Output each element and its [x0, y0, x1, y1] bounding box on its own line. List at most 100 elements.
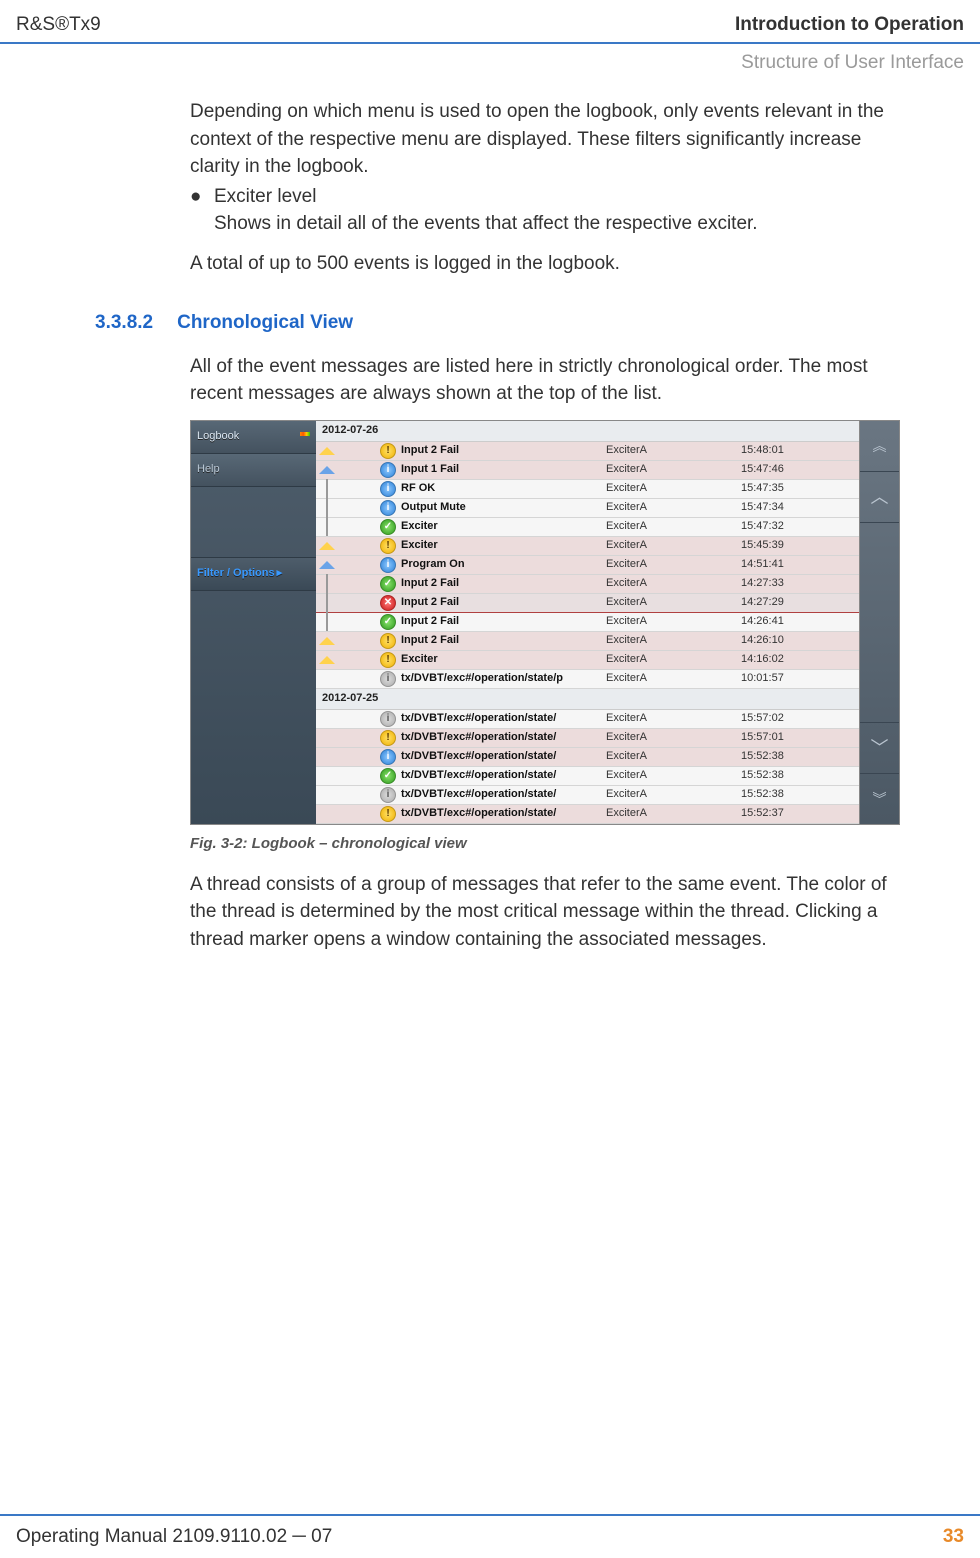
thread-marker-icon[interactable]: [316, 479, 338, 498]
event-message: tx/DVBT/exc#/operation/state/: [401, 785, 606, 804]
event-time: 15:47:46: [741, 460, 811, 479]
scroll-down-button[interactable]: ﹀: [860, 723, 899, 774]
page-footer: Operating Manual 2109.9110.02 ─ 07 33: [0, 1514, 980, 1558]
info-icon: i: [380, 500, 396, 516]
sidebar-item-logbook[interactable]: Logbook: [191, 421, 316, 454]
event-source: ExciterA: [606, 498, 741, 517]
event-time: 14:26:10: [741, 631, 811, 650]
event-source: ExciterA: [606, 804, 741, 823]
ok-icon: ✓: [380, 614, 396, 630]
grey-icon: i: [380, 671, 396, 687]
warn-icon: !: [380, 806, 396, 822]
info-icon: i: [380, 557, 396, 573]
scroll-column: ︽ ︿ ﹀ ︾: [859, 421, 899, 824]
event-time: 15:47:32: [741, 517, 811, 536]
event-time: 15:52:37: [741, 823, 811, 824]
event-message: Output Mute: [401, 498, 606, 517]
thread-marker-icon[interactable]: [316, 460, 338, 479]
event-row[interactable]: !Input 2 FailExciterA14:26:10: [316, 632, 859, 651]
intro-paragraph: Depending on which menu is used to open …: [190, 98, 890, 181]
event-source: ExciterA: [606, 517, 741, 536]
thread-marker-icon[interactable]: [316, 631, 338, 650]
event-source: ExciterA: [606, 479, 741, 498]
event-message: tx/DVBT/exc#/coder/control/st: [401, 823, 606, 824]
event-row[interactable]: itx/DVBT/exc#/operation/state/pExciterA1…: [316, 670, 859, 689]
thread-paragraph: A thread consists of a group of messages…: [190, 871, 890, 954]
event-row[interactable]: !tx/DVBT/exc#/operation/state/ExciterA15…: [316, 729, 859, 748]
scroll-bottom-button[interactable]: ︾: [860, 774, 899, 824]
ok-icon: ✓: [380, 576, 396, 592]
header-right: Introduction to Operation: [735, 14, 964, 36]
event-message: Program On: [401, 555, 606, 574]
event-source: ExciterA: [606, 823, 741, 824]
sub-header: Structure of User Interface: [0, 44, 980, 98]
event-time: 15:57:02: [741, 709, 811, 728]
event-source: ExciterA: [606, 593, 741, 612]
event-row[interactable]: itx/DVBT/exc#/operation/state/ExciterA15…: [316, 786, 859, 805]
event-source: ExciterA: [606, 612, 741, 631]
thread-marker-icon[interactable]: [316, 612, 338, 631]
event-time: 14:27:29: [741, 593, 811, 612]
scroll-top-button[interactable]: ︽: [860, 421, 899, 472]
thread-marker-icon[interactable]: [316, 574, 338, 593]
scroll-track[interactable]: [860, 523, 899, 724]
thread-marker-icon[interactable]: [316, 669, 338, 688]
event-row[interactable]: !ExciterExciterA15:45:39: [316, 537, 859, 556]
event-time: 10:01:57: [741, 669, 811, 688]
event-row[interactable]: !Input 2 FailExciterA15:48:01: [316, 442, 859, 461]
event-row[interactable]: !tx/DVBT/exc#/operation/state/ExciterA15…: [316, 805, 859, 824]
section-heading: 3.3.8.2 Chronological View: [95, 309, 890, 337]
event-row[interactable]: !ExciterExciterA14:16:02: [316, 651, 859, 670]
thread-marker-icon[interactable]: [316, 785, 338, 804]
event-source: ExciterA: [606, 536, 741, 555]
event-message: tx/DVBT/exc#/operation/state/: [401, 747, 606, 766]
event-source: ExciterA: [606, 669, 741, 688]
thread-marker-icon[interactable]: [316, 593, 338, 612]
event-row[interactable]: itx/DVBT/exc#/operation/state/ExciterA15…: [316, 710, 859, 729]
warn-icon: !: [380, 538, 396, 554]
event-source: ExciterA: [606, 766, 741, 785]
event-source: ExciterA: [606, 631, 741, 650]
event-message: Exciter: [401, 650, 606, 669]
chrono-paragraph: All of the event messages are listed her…: [190, 353, 890, 408]
thread-marker-icon[interactable]: [316, 709, 338, 728]
event-message: RF OK: [401, 479, 606, 498]
thread-marker-icon[interactable]: [316, 766, 338, 785]
thread-marker-icon[interactable]: [316, 536, 338, 555]
figure-wrap: Logbook Help Filter / Options▸ 2012-07-2…: [190, 420, 890, 855]
event-row[interactable]: itx/DVBT/exc#/operation/state/ExciterA15…: [316, 748, 859, 767]
date-header-1: 2012-07-25: [316, 689, 859, 710]
sidebar-item-help[interactable]: Help: [191, 454, 316, 487]
event-source: ExciterA: [606, 555, 741, 574]
thread-marker-icon[interactable]: [316, 650, 338, 669]
event-row[interactable]: ✓ExciterExciterA15:47:32: [316, 518, 859, 537]
event-row[interactable]: ✕Input 2 FailExciterA14:27:29: [316, 594, 859, 613]
thread-marker-icon[interactable]: [316, 555, 338, 574]
ok-icon: ✓: [380, 519, 396, 535]
event-row[interactable]: ✓Input 2 FailExciterA14:27:33: [316, 575, 859, 594]
event-row[interactable]: iOutput MuteExciterA15:47:34: [316, 499, 859, 518]
event-time: 14:26:41: [741, 612, 811, 631]
event-row[interactable]: ✓Input 2 FailExciterA14:26:41: [316, 613, 859, 632]
thread-marker-icon[interactable]: [316, 498, 338, 517]
event-time: 15:57:01: [741, 728, 811, 747]
info-icon: i: [380, 481, 396, 497]
event-message: tx/DVBT/exc#/operation/state/: [401, 728, 606, 747]
event-row[interactable]: iProgram OnExciterA14:51:41: [316, 556, 859, 575]
event-source: ExciterA: [606, 709, 741, 728]
event-source: ExciterA: [606, 785, 741, 804]
thread-marker-icon[interactable]: [316, 804, 338, 823]
event-row[interactable]: iRF OKExciterA15:47:35: [316, 480, 859, 499]
event-row[interactable]: iInput 1 FailExciterA15:47:46: [316, 461, 859, 480]
thread-marker-icon[interactable]: [316, 747, 338, 766]
sidebar-item-filter[interactable]: Filter / Options▸: [191, 557, 316, 591]
thread-marker-icon[interactable]: [316, 823, 338, 824]
thread-marker-icon[interactable]: [316, 517, 338, 536]
event-message: Input 2 Fail: [401, 631, 606, 650]
thread-marker-icon[interactable]: [316, 441, 338, 460]
event-row[interactable]: ✓tx/DVBT/exc#/operation/state/ExciterA15…: [316, 767, 859, 786]
event-message: Input 2 Fail: [401, 441, 606, 460]
thread-marker-icon[interactable]: [316, 728, 338, 747]
event-list: 2012-07-26 !Input 2 FailExciterA15:48:01…: [316, 421, 859, 824]
scroll-up-button[interactable]: ︿: [860, 472, 899, 523]
